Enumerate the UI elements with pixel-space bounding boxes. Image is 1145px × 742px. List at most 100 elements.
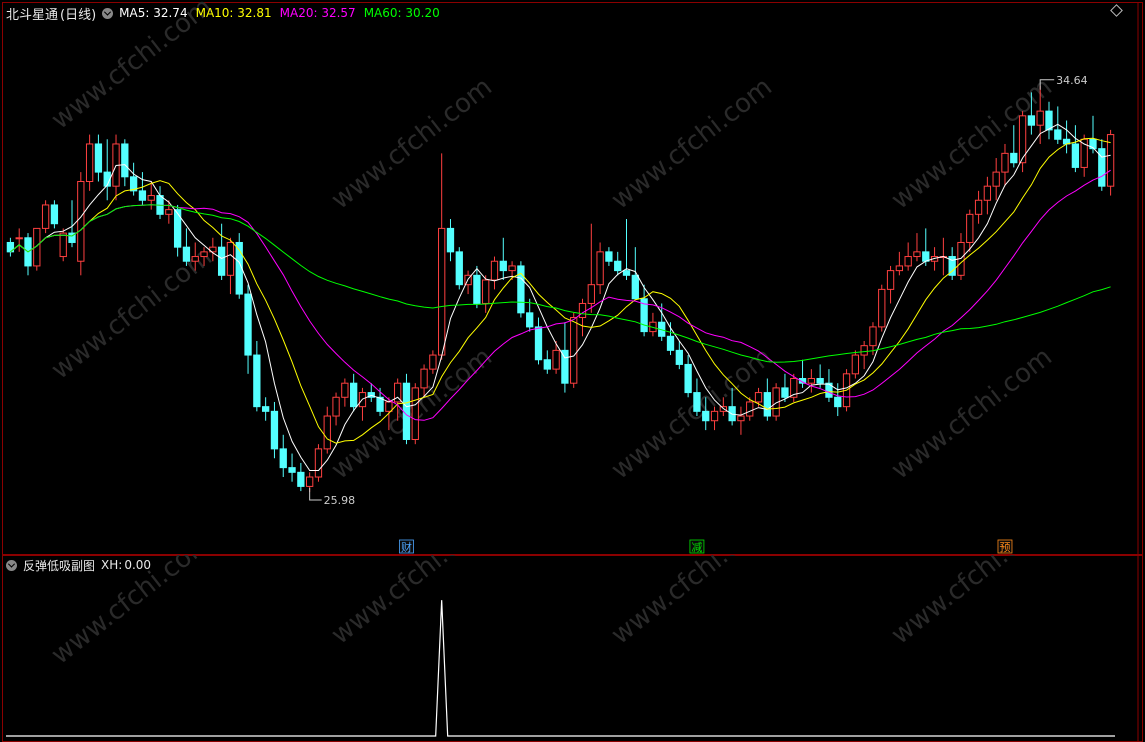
candle[interactable] [878, 284, 886, 332]
candle[interactable] [526, 298, 534, 332]
candle[interactable] [297, 462, 305, 492]
indicator-panel[interactable]: www.cfchi.com www.cfchi.com www.cfchi.com w… [0, 555, 1145, 742]
candle[interactable] [895, 251, 904, 276]
candle[interactable] [622, 219, 631, 280]
candle[interactable] [684, 355, 692, 398]
candle[interactable] [182, 228, 191, 266]
candle-body [446, 227, 455, 253]
candle[interactable] [499, 237, 507, 280]
candle[interactable] [649, 312, 657, 337]
candle[interactable] [59, 228, 67, 262]
candle[interactable] [974, 190, 983, 224]
candle[interactable] [165, 200, 173, 224]
candle[interactable] [429, 350, 437, 374]
candle[interactable] [85, 134, 94, 191]
candle[interactable] [798, 359, 807, 388]
candle[interactable] [446, 219, 455, 262]
candle[interactable] [886, 265, 895, 304]
candle[interactable] [341, 378, 349, 407]
candle[interactable] [138, 172, 147, 205]
candle[interactable] [121, 139, 129, 187]
candle[interactable] [314, 444, 323, 482]
candle[interactable] [350, 373, 358, 412]
candle[interactable] [103, 139, 111, 201]
candle[interactable] [948, 247, 956, 280]
candle[interactable] [517, 261, 525, 318]
candle[interactable] [631, 247, 639, 300]
candle[interactable] [763, 378, 771, 421]
candle[interactable] [402, 373, 411, 445]
event-marker[interactable]: 财 [399, 539, 414, 554]
candle[interactable] [94, 134, 103, 182]
candle[interactable] [614, 251, 622, 276]
candle[interactable] [15, 228, 23, 252]
candle[interactable] [860, 340, 868, 370]
candle[interactable] [358, 387, 367, 421]
candle[interactable] [33, 227, 41, 271]
candle[interactable] [1106, 129, 1115, 196]
candle[interactable] [737, 406, 745, 435]
candle[interactable] [693, 378, 701, 417]
candle[interactable] [455, 247, 463, 290]
candle-body [411, 387, 419, 440]
candle-body [851, 354, 860, 375]
candle[interactable] [490, 256, 499, 290]
candle[interactable] [587, 223, 595, 313]
watermark-text: www.cfchi.com [606, 72, 778, 216]
candle[interactable] [261, 397, 270, 421]
main-price-panel[interactable]: www.cfchi.com www.cfchi.com www.cfchi.com w… [0, 0, 1145, 555]
candle[interactable] [270, 401, 279, 459]
candle[interactable] [1062, 120, 1071, 154]
candle[interactable] [253, 340, 261, 412]
candle[interactable] [438, 153, 446, 360]
candle[interactable] [578, 298, 587, 337]
candle[interactable] [992, 158, 1000, 201]
candle[interactable] [1001, 143, 1009, 187]
candle[interactable] [983, 176, 992, 215]
candle[interactable] [464, 270, 472, 295]
candle[interactable] [411, 383, 419, 445]
dropdown-icon[interactable] [6, 559, 17, 571]
candle[interactable] [332, 392, 340, 426]
candle[interactable] [913, 233, 921, 262]
candle[interactable] [50, 200, 59, 229]
candle[interactable] [640, 284, 648, 337]
candle[interactable] [244, 284, 252, 374]
candle[interactable] [6, 237, 15, 257]
candle[interactable] [675, 340, 683, 370]
candle[interactable] [543, 350, 551, 374]
candle[interactable] [226, 237, 235, 295]
candle[interactable] [1098, 139, 1106, 191]
candle[interactable] [1071, 125, 1080, 173]
event-marker[interactable]: 减 [689, 539, 705, 554]
candle[interactable] [596, 242, 604, 295]
candle[interactable] [1045, 101, 1053, 140]
candle[interactable] [156, 186, 164, 220]
candle[interactable] [904, 242, 912, 271]
candle-body [323, 415, 331, 450]
candle[interactable] [217, 223, 226, 280]
dropdown-icon[interactable] [102, 7, 114, 19]
candle[interactable] [851, 350, 860, 379]
candle[interactable] [473, 265, 481, 309]
candle[interactable] [24, 233, 32, 276]
candle[interactable] [235, 233, 243, 299]
candle[interactable] [482, 275, 490, 313]
candle[interactable] [807, 369, 815, 393]
candle[interactable] [288, 453, 296, 482]
candle[interactable] [112, 134, 120, 201]
candlestick-chart[interactable]: www.cfchi.com www.cfchi.com www.cfchi.com w… [0, 0, 1145, 555]
candle[interactable] [77, 172, 85, 276]
candle[interactable] [41, 200, 50, 234]
candle[interactable] [323, 406, 331, 454]
candle[interactable] [605, 247, 613, 266]
candle[interactable] [552, 340, 560, 374]
candle[interactable] [129, 162, 138, 196]
candle-body [526, 312, 534, 328]
candle[interactable] [570, 312, 578, 388]
xh-indicator-chart[interactable]: www.cfchi.com www.cfchi.com www.cfchi.com w… [0, 555, 1145, 742]
event-marker[interactable]: 预 [997, 539, 1013, 554]
candle[interactable] [1080, 134, 1088, 177]
candle[interactable] [534, 317, 543, 365]
candle[interactable] [279, 434, 287, 478]
